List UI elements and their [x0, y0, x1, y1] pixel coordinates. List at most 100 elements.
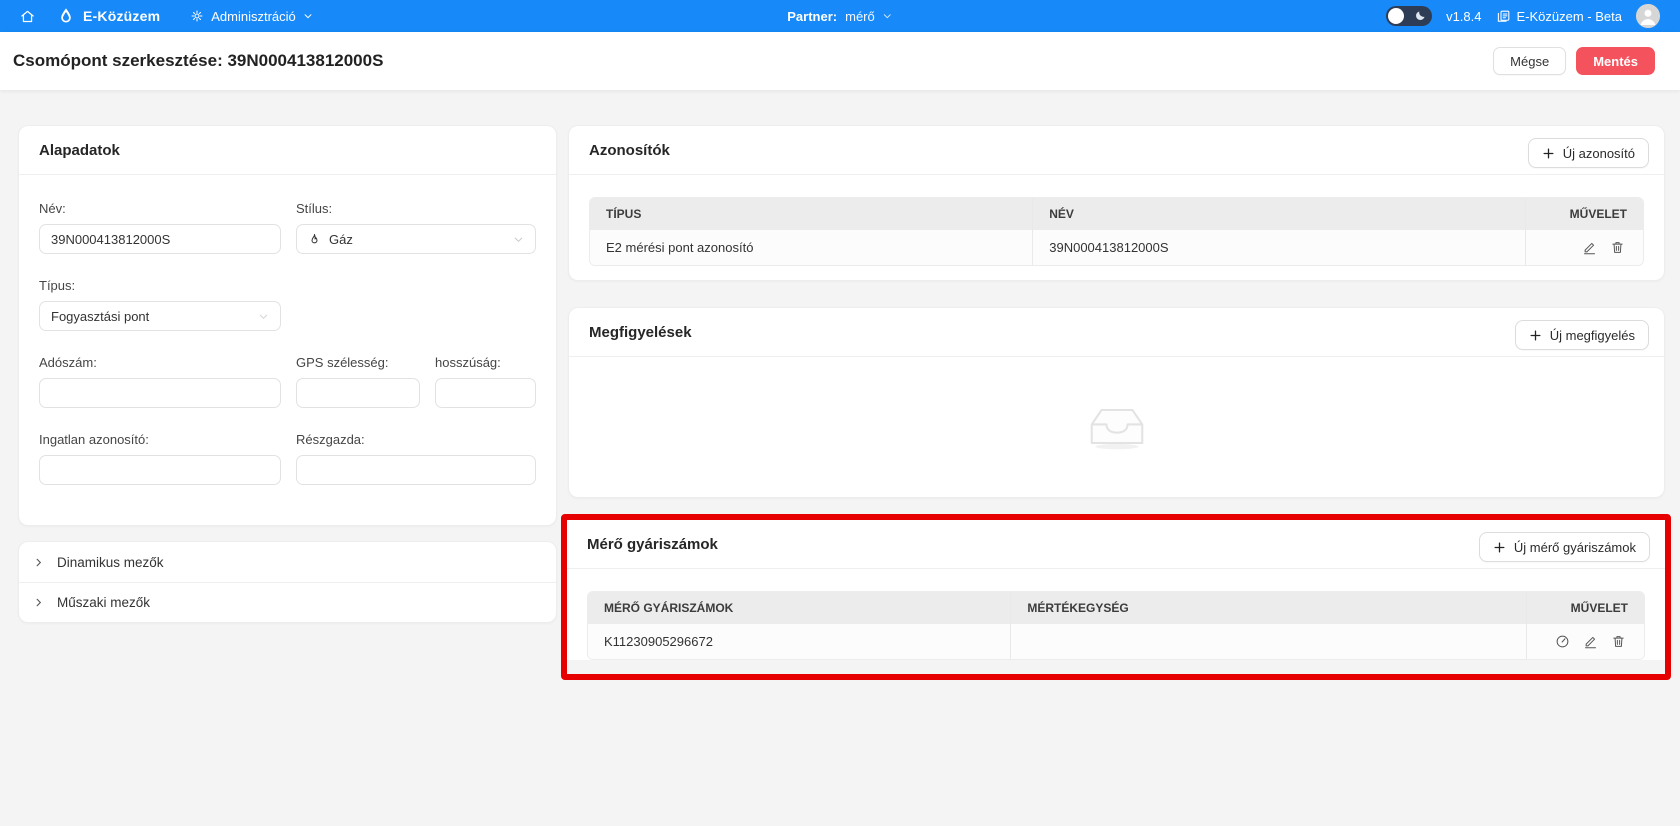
meter-gauge-icon[interactable]: [1555, 634, 1570, 649]
type-field: Típus: Fogyasztási pont: [39, 278, 281, 331]
top-navbar: E-Közüzem Adminisztráció Partner: mérő v…: [0, 0, 1680, 32]
gps-longitude-label: hosszúság:: [435, 355, 536, 370]
identifiers-table-header: TÍPUS NÉV MŰVELET: [590, 198, 1643, 230]
name-label: Név:: [39, 201, 281, 216]
basic-data-card: Alapadatok Név: Stílus: Gáz: [18, 125, 557, 526]
plus-icon: [1529, 329, 1542, 342]
edit-icon[interactable]: [1582, 240, 1597, 255]
identifier-actions-cell: [1525, 230, 1643, 265]
add-observation-button[interactable]: Új megfigyelés: [1515, 320, 1649, 350]
identifiers-card: Azonosítók Új azonosító TÍPUS NÉV MŰVELE…: [568, 125, 1665, 281]
tax-number-label: Adószám:: [39, 355, 281, 370]
tax-number-input[interactable]: [39, 378, 281, 408]
property-id-label: Ingatlan azonosító:: [39, 432, 281, 447]
identifiers-card-header: Azonosítók: [569, 126, 1664, 175]
tax-number-field: Adószám:: [39, 355, 281, 408]
identifier-table-row: E2 mérési pont azonosító 39N000413812000…: [590, 230, 1643, 265]
identifier-type-cell: E2 mérési pont azonosító: [590, 230, 1032, 265]
highlight-red-box: Mérő gyáriszámok Új mérő gyáriszámok MÉR…: [561, 514, 1671, 680]
co-owner-label: Részgazda:: [296, 432, 536, 447]
column-header-serial: MÉRŐ GYÁRISZÁMOK: [588, 592, 1010, 624]
style-field: Stílus: Gáz: [296, 201, 536, 254]
name-field: Név:: [39, 201, 281, 254]
add-identifier-button[interactable]: Új azonosító: [1528, 138, 1649, 168]
column-header-name: NÉV: [1032, 198, 1525, 230]
delete-icon[interactable]: [1611, 634, 1626, 649]
add-identifier-button-label: Új azonosító: [1563, 146, 1635, 161]
meter-unit-cell: [1010, 624, 1526, 659]
co-owner-field: Részgazda:: [296, 432, 536, 485]
observations-title: Megfigyelések: [589, 324, 692, 341]
accordion-dynamic-fields-label: Dinamikus mezők: [57, 555, 164, 570]
delete-icon[interactable]: [1610, 240, 1625, 255]
content-area: Alapadatok Név: Stílus: Gáz: [0, 90, 1680, 680]
meter-serials-title: Mérő gyáriszámok: [587, 536, 718, 553]
meter-serials-table-header: MÉRŐ GYÁRISZÁMOK MÉRTÉKEGYSÉG MŰVELET: [588, 592, 1644, 624]
chevron-down-icon: [513, 234, 524, 245]
co-owner-input[interactable]: [296, 455, 536, 485]
moon-icon: [1414, 9, 1427, 22]
page-header: Csomópont szerkesztése: 39N000413812000S…: [0, 32, 1680, 90]
partner-selector[interactable]: Partner: mérő: [787, 0, 892, 32]
property-id-field: Ingatlan azonosító:: [39, 432, 281, 485]
administration-gear-icon: [190, 9, 204, 23]
type-select[interactable]: Fogyasztási pont: [39, 301, 281, 331]
save-button[interactable]: Mentés: [1576, 47, 1655, 75]
plus-icon: [1493, 541, 1506, 554]
edit-icon[interactable]: [1583, 634, 1598, 649]
add-meter-serial-button[interactable]: Új mérő gyáriszámok: [1479, 532, 1650, 562]
gps-latitude-input[interactable]: [296, 378, 420, 408]
nav-menu-administration-label: Adminisztráció: [211, 9, 296, 24]
column-header-action: MŰVELET: [1526, 592, 1644, 624]
basic-data-form: Név: Stílus: Gáz: [19, 175, 556, 525]
environment-badge: E-Közüzem - Beta: [1496, 9, 1623, 24]
gas-flame-icon: [308, 233, 321, 246]
accordion-technical-fields-label: Műszaki mezők: [57, 595, 150, 610]
plus-icon: [1542, 147, 1555, 160]
name-input[interactable]: [39, 224, 281, 254]
gps-longitude-field: hosszúság:: [435, 355, 536, 408]
meter-serial-cell: K11230905296672: [588, 624, 1010, 659]
add-meter-serial-button-label: Új mérő gyáriszámok: [1514, 540, 1636, 555]
partner-label: Partner:: [787, 9, 837, 24]
property-id-input[interactable]: [39, 455, 281, 485]
type-label: Típus:: [39, 278, 281, 293]
observations-card-header: Megfigyelések: [569, 308, 1664, 357]
user-avatar[interactable]: [1636, 4, 1660, 28]
observations-card: Megfigyelések Új megfigyelés: [568, 307, 1665, 498]
page-title: Csomópont szerkesztése: 39N000413812000S: [13, 51, 383, 71]
add-observation-button-label: Új megfigyelés: [1550, 328, 1635, 343]
empty-inbox-icon: [1084, 404, 1150, 450]
accordion-dynamic-fields[interactable]: Dinamikus mezők: [19, 542, 556, 582]
cancel-button[interactable]: Mégse: [1493, 47, 1566, 75]
theme-toggle[interactable]: [1386, 6, 1432, 26]
column-header-action: MŰVELET: [1525, 198, 1643, 230]
chevron-right-icon: [33, 557, 44, 568]
gps-longitude-input[interactable]: [435, 378, 536, 408]
observations-empty-state: [569, 357, 1664, 497]
nav-menu-administration[interactable]: Adminisztráció: [190, 9, 313, 24]
meter-serials-table: MÉRŐ GYÁRISZÁMOK MÉRTÉKEGYSÉG MŰVELET K1…: [587, 591, 1645, 660]
style-select[interactable]: Gáz: [296, 224, 536, 254]
partner-value: mérő: [845, 9, 875, 24]
column-header-type: TÍPUS: [590, 198, 1032, 230]
identifiers-title: Azonosítók: [589, 142, 670, 159]
type-select-value: Fogyasztási pont: [51, 309, 250, 324]
right-column: Azonosítók Új azonosító TÍPUS NÉV MŰVELE…: [568, 125, 1665, 680]
gps-latitude-label: GPS szélesség:: [296, 355, 420, 370]
accordion-technical-fields[interactable]: Műszaki mezők: [19, 582, 556, 622]
accordion-group: Dinamikus mezők Műszaki mezők: [18, 541, 557, 623]
chevron-down-icon: [258, 311, 269, 322]
app-brand: E-Közüzem: [83, 8, 160, 24]
left-column: Alapadatok Név: Stílus: Gáz: [18, 125, 557, 623]
stack-icon: [1496, 9, 1511, 24]
meter-serials-card: Mérő gyáriszámok Új mérő gyáriszámok MÉR…: [567, 520, 1665, 660]
theme-toggle-knob: [1388, 8, 1404, 24]
style-label: Stílus:: [296, 201, 536, 216]
identifier-name-cell: 39N000413812000S: [1032, 230, 1525, 265]
app-logo-drop-icon: [57, 7, 75, 25]
chevron-down-icon: [883, 11, 893, 21]
chevron-down-icon: [303, 11, 313, 21]
style-select-value: Gáz: [329, 232, 505, 247]
home-icon[interactable]: [20, 9, 35, 24]
